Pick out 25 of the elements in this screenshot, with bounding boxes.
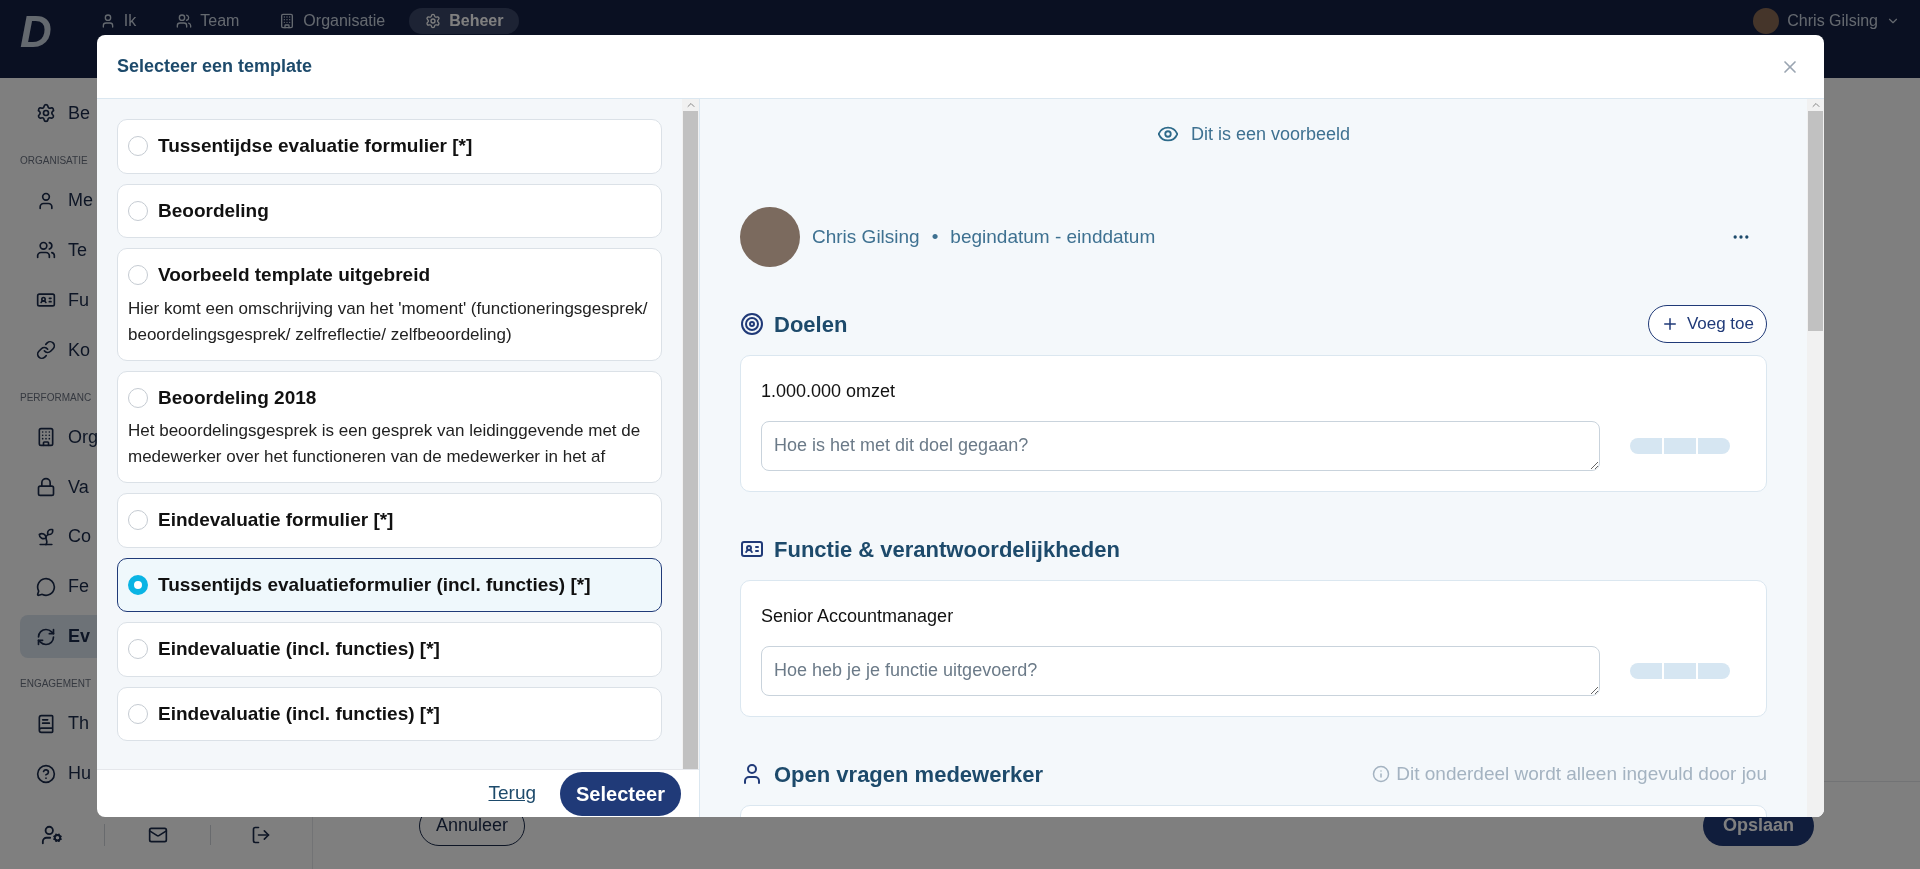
dialog-title: Selecteer een template: [117, 55, 313, 78]
section-label: ENGAGEMENT: [20, 677, 92, 692]
person-name: Chris Gilsing: [812, 224, 920, 249]
bullet-dot: •: [931, 224, 939, 249]
section-title: Functie & verantwoordelijkheden: [774, 535, 1120, 564]
template-title: Tussentijds evaluatieformulier (incl. functies) [*]: [158, 572, 591, 597]
section-title: Doelen: [774, 310, 848, 339]
section-label: PERFORMANC: [20, 390, 92, 405]
section-note: Dit onderdeel wordt alleen ingevuld door jou: [1396, 761, 1767, 786]
card-text: Senior Accountmanager: [761, 605, 955, 628]
logo: D: [20, 8, 52, 56]
template-description: Het beoordelingsgesprek is een gesprek van leidinggevende met de medewerker over het functioneren van de medewerker in het af: [128, 420, 642, 468]
section-title: Open vragen medewerker: [774, 760, 1043, 789]
template-title: Voorbeeld template uitgebreid: [158, 263, 431, 287]
card-text: 1.000.000 omzet: [761, 380, 897, 403]
template-title: Beoordeling: [158, 198, 269, 223]
template-description: Hier komt een omschrijving van het 'moment' (functioneringsgesprek/ beoordelingsgesprek/ zelfreflectie/ zelfbeoordeling): [128, 297, 649, 346]
template-title: Beoordeling 2018: [158, 385, 317, 410]
template-title: Tussentijdse evaluatie formulier [*]: [158, 134, 473, 158]
preview-notice: Dit is een voorbeeld: [1190, 122, 1351, 146]
section-label: ORGANISATIE: [20, 153, 88, 168]
template-title: Eindevaluatie (incl. functies) [*]: [158, 701, 440, 726]
period-text: begindatum - einddatum: [950, 224, 1156, 249]
template-title: Eindevaluatie (incl. functies) [*]: [158, 637, 440, 661]
template-title: Eindevaluatie formulier [*]: [158, 508, 394, 532]
